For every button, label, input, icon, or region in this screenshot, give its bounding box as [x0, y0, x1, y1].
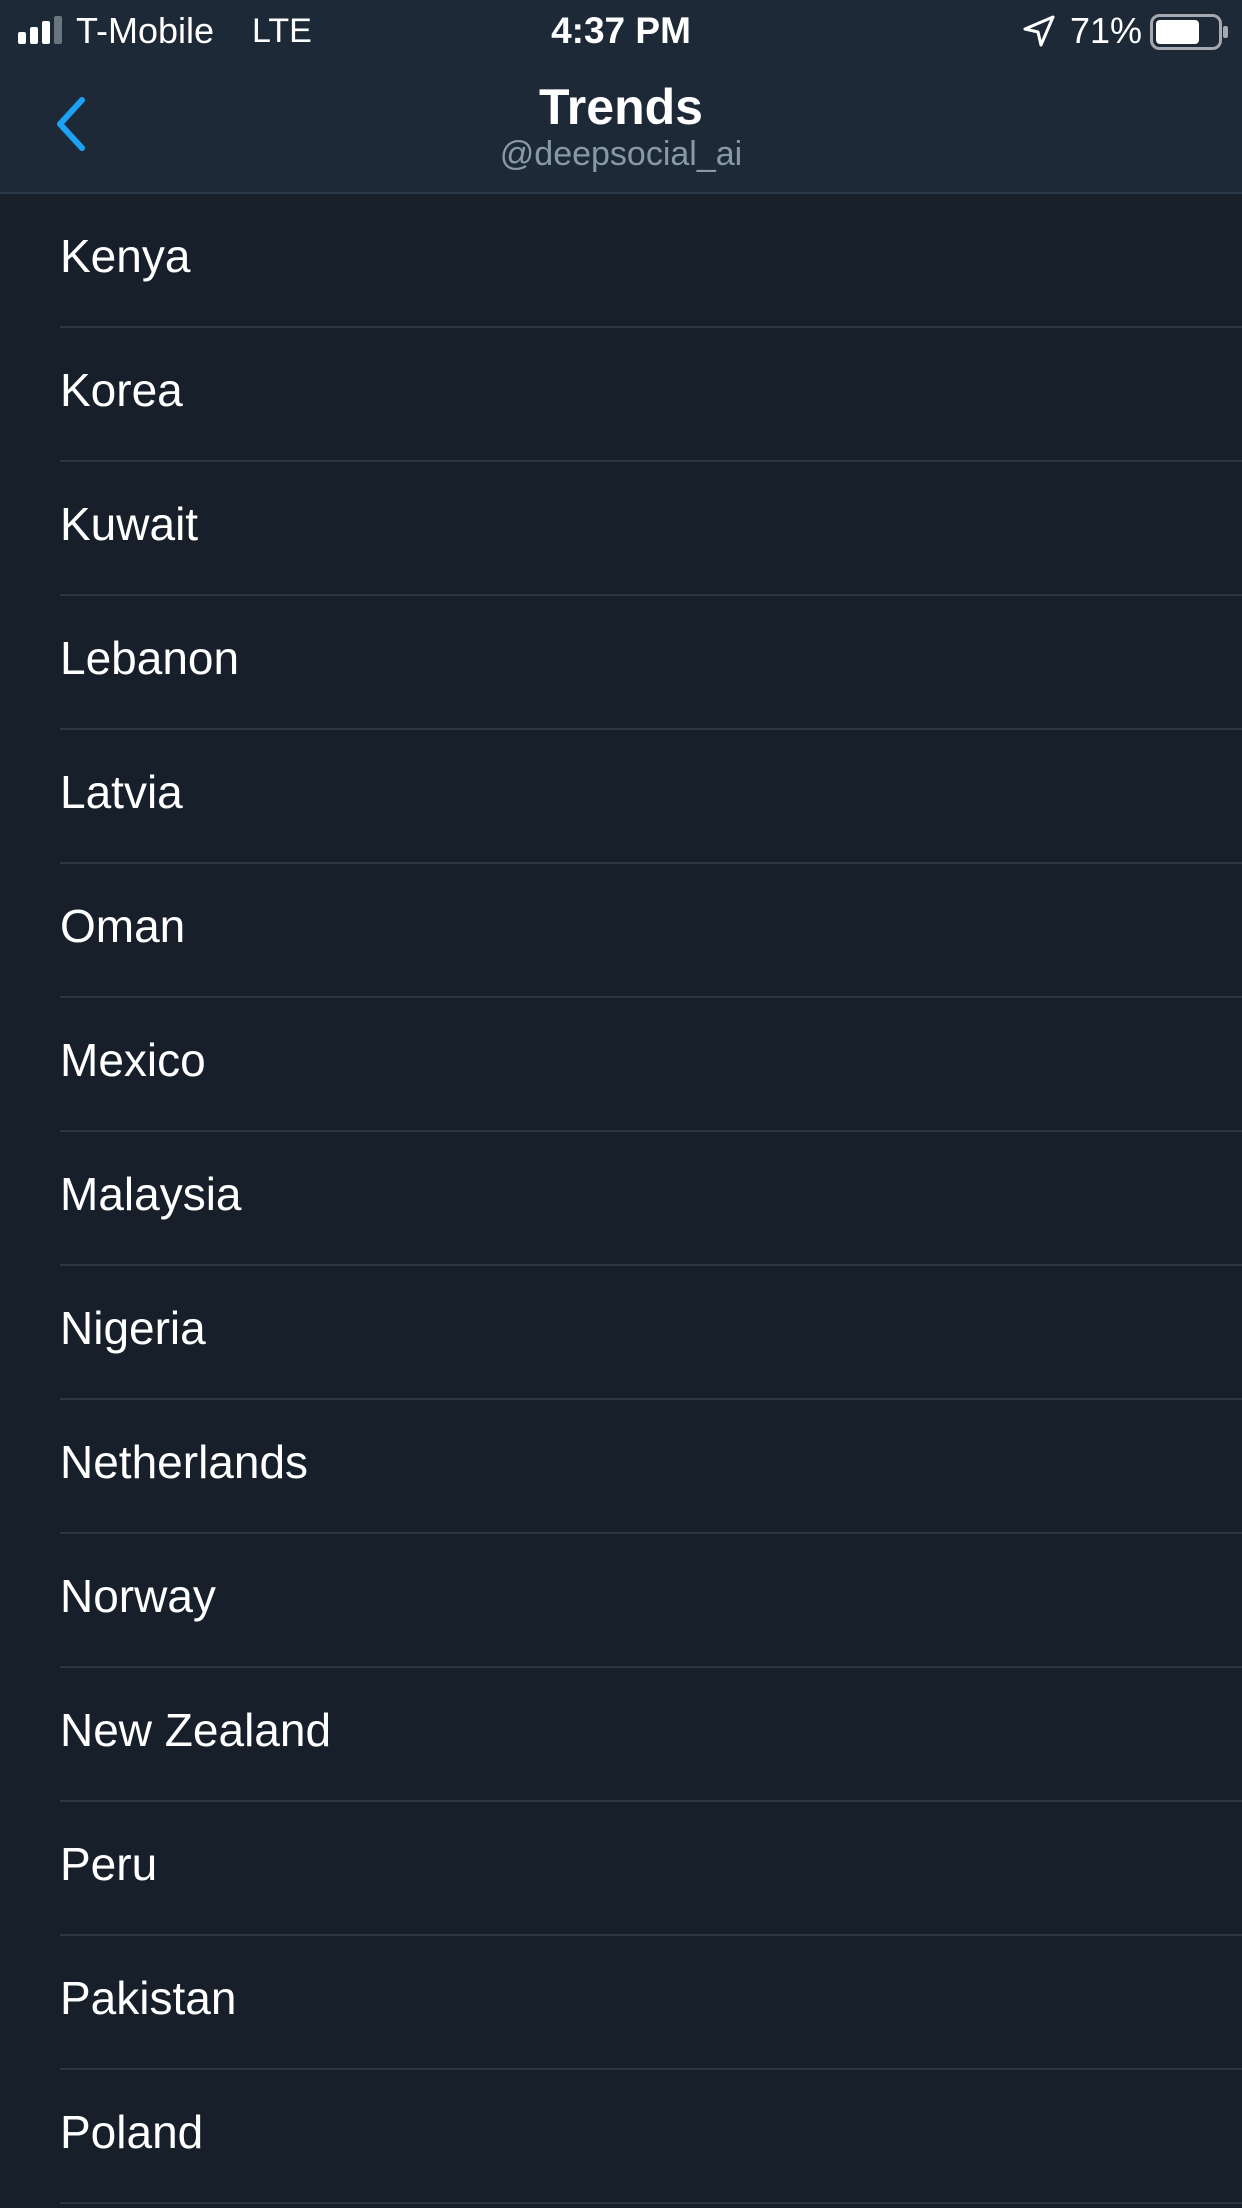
list-item-label: Malaysia	[60, 1168, 242, 1220]
list-item-pakistan[interactable]: Pakistan	[60, 1936, 1242, 2070]
list-item-label: Netherlands	[60, 1436, 309, 1488]
list-item-label: New Zealand	[60, 1704, 332, 1756]
status-bar: T-Mobile LTE 4:37 PM 71%	[0, 0, 1242, 62]
list-item-mexico[interactable]: Mexico	[60, 998, 1242, 1132]
account-handle: @deepsocial_ai	[499, 135, 743, 173]
list-item-label: Peru	[60, 1838, 158, 1890]
list-item-label: Kenya	[60, 230, 191, 282]
list-item-lebanon[interactable]: Lebanon	[60, 596, 1242, 730]
list-item-label: Oman	[60, 900, 186, 952]
list-item-korea[interactable]: Korea	[60, 328, 1242, 462]
list-item-label: Lebanon	[60, 632, 240, 684]
list-item-label: Mexico	[60, 1034, 206, 1086]
list-item-label: Korea	[60, 364, 183, 416]
location-arrow-icon	[1023, 15, 1055, 47]
battery-percentage: 71%	[1070, 10, 1143, 51]
list-item-label: Nigeria	[60, 1302, 206, 1354]
list-item-label: Norway	[60, 1570, 216, 1622]
top-bar: T-Mobile LTE 4:37 PM 71% Trends @deepsoc…	[0, 0, 1242, 194]
list-item-malaysia[interactable]: Malaysia	[60, 1132, 1242, 1266]
country-list: Kenya Korea Kuwait Lebanon Latvia Oman M…	[0, 194, 1242, 2204]
list-item-kuwait[interactable]: Kuwait	[60, 462, 1242, 596]
list-item-label: Pakistan	[60, 1972, 237, 2024]
list-item-kenya[interactable]: Kenya	[60, 194, 1242, 328]
list-item-label: Kuwait	[60, 498, 199, 550]
list-item-label: Latvia	[60, 766, 183, 818]
battery-icon	[1150, 14, 1228, 50]
list-item-netherlands[interactable]: Netherlands	[60, 1400, 1242, 1534]
list-item-nigeria[interactable]: Nigeria	[60, 1266, 1242, 1400]
list-item-poland[interactable]: Poland	[60, 2070, 1242, 2204]
navigation-bar: Trends @deepsocial_ai	[0, 62, 1242, 192]
list-item-new-zealand[interactable]: New Zealand	[60, 1668, 1242, 1802]
list-item-norway[interactable]: Norway	[60, 1534, 1242, 1668]
page-title: Trends	[539, 79, 703, 135]
list-item-oman[interactable]: Oman	[60, 864, 1242, 998]
list-item-latvia[interactable]: Latvia	[60, 730, 1242, 864]
list-item-label: Poland	[60, 2106, 204, 2158]
list-item-peru[interactable]: Peru	[60, 1802, 1242, 1936]
